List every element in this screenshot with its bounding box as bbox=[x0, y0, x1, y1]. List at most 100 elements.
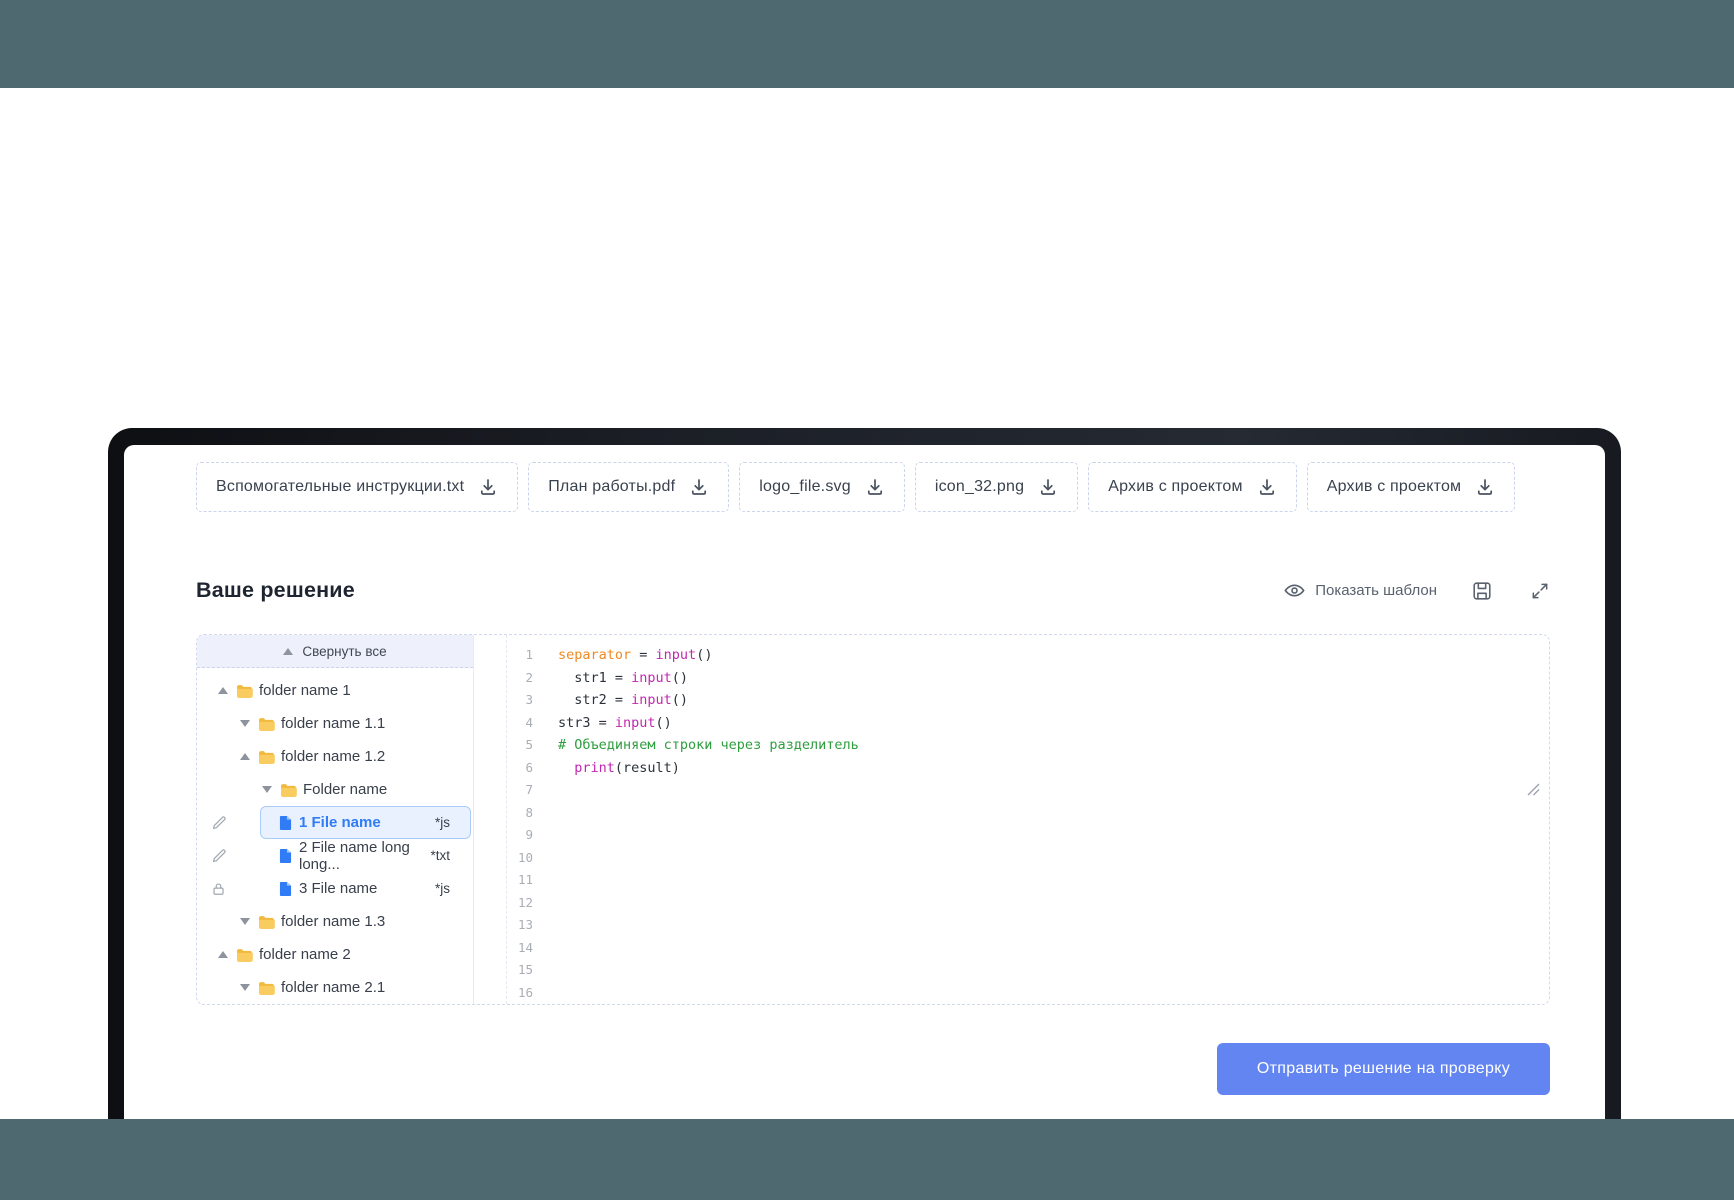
show-template-button[interactable]: Показать шаблон bbox=[1283, 579, 1437, 602]
code-line bbox=[558, 959, 1535, 982]
page: Вспомогательные инструкции.txt План работ… bbox=[0, 0, 1734, 1200]
download-icon bbox=[1038, 477, 1058, 497]
save-button[interactable] bbox=[1471, 580, 1493, 602]
download-icon bbox=[689, 477, 709, 497]
folder-label: folder name 2.1 bbox=[281, 979, 385, 996]
code-line: print(result) bbox=[558, 757, 1535, 780]
triangle-up-icon bbox=[240, 753, 250, 760]
line-number: 14 bbox=[507, 937, 533, 960]
code-line: # Объединяем строки через разделитель bbox=[558, 734, 1535, 757]
download-chip[interactable]: Вспомогательные инструкции.txt bbox=[196, 462, 518, 512]
code-line bbox=[558, 914, 1535, 937]
line-number: 3 bbox=[507, 689, 533, 712]
download-chip-label: Вспомогательные инструкции.txt bbox=[216, 478, 464, 496]
line-number: 4 bbox=[507, 712, 533, 735]
save-icon bbox=[1471, 580, 1493, 602]
file-icon bbox=[279, 848, 292, 864]
code-line: str1 = input() bbox=[558, 667, 1535, 690]
file-icon bbox=[279, 881, 292, 897]
tree-folder-row[interactable]: folder name 1 bbox=[197, 674, 473, 707]
tree-folder-row[interactable]: folder name 1.3 bbox=[197, 905, 473, 938]
line-number: 13 bbox=[507, 914, 533, 937]
code-line bbox=[558, 847, 1535, 870]
triangle-down-icon bbox=[240, 720, 250, 727]
line-number: 7 bbox=[507, 779, 533, 802]
code-line: str3 = input() bbox=[558, 712, 1535, 735]
pencil-icon[interactable] bbox=[211, 848, 227, 864]
pencil-icon[interactable] bbox=[211, 815, 227, 831]
code-line bbox=[558, 802, 1535, 825]
resize-grip-icon[interactable] bbox=[1527, 783, 1540, 796]
line-number-gutter: 12345678910111213141516 bbox=[506, 635, 533, 1004]
line-number: 16 bbox=[507, 982, 533, 1005]
tree-folder-row[interactable]: folder name 1.1 bbox=[197, 707, 473, 740]
download-chip[interactable]: Архив с проектом bbox=[1088, 462, 1297, 512]
folder-icon bbox=[258, 915, 275, 929]
code-editor-panel: 12345678910111213141516 separator = inpu… bbox=[474, 635, 1549, 1004]
folder-label: folder name 1 bbox=[259, 682, 351, 699]
folder-icon bbox=[236, 948, 253, 962]
lock-icon bbox=[211, 881, 226, 897]
tree-file-row[interactable]: 1 File name*js bbox=[197, 806, 473, 839]
file-icon bbox=[279, 815, 292, 831]
collapse-all-button[interactable]: Свернуть все bbox=[197, 635, 473, 668]
line-number: 9 bbox=[507, 824, 533, 847]
triangle-up-icon bbox=[283, 648, 293, 655]
download-chip[interactable]: icon_32.png bbox=[915, 462, 1078, 512]
download-chip[interactable]: Архив с проектом bbox=[1307, 462, 1516, 512]
expand-button[interactable] bbox=[1530, 581, 1550, 601]
folder-label: folder name 1.3 bbox=[281, 913, 385, 930]
download-chip[interactable]: План работы.pdf bbox=[528, 462, 729, 512]
folder-label: folder name 1.2 bbox=[281, 748, 385, 765]
page-title: Ваше решение bbox=[196, 578, 355, 603]
app-content: Вспомогательные инструкции.txt План работ… bbox=[124, 445, 1605, 1095]
download-icon bbox=[1257, 477, 1277, 497]
download-chip[interactable]: logo_file.svg bbox=[739, 462, 905, 512]
app-screen: Вспомогательные инструкции.txt План работ… bbox=[124, 445, 1605, 1119]
tree-folder-row[interactable]: folder name 2 bbox=[197, 938, 473, 971]
line-number: 6 bbox=[507, 757, 533, 780]
code-line: str2 = input() bbox=[558, 689, 1535, 712]
folder-label: folder name 2 bbox=[259, 946, 351, 963]
triangle-up-icon bbox=[218, 951, 228, 958]
file-label: 2 File name long long... bbox=[299, 839, 423, 873]
collapse-all-label: Свернуть все bbox=[302, 644, 386, 659]
file-row-selected[interactable]: 1 File name*js bbox=[260, 806, 471, 839]
line-number: 12 bbox=[507, 892, 533, 915]
file-row[interactable]: 2 File name long long...*txt bbox=[260, 839, 471, 872]
file-label: 3 File name bbox=[299, 880, 377, 897]
code-editor[interactable]: separator = input() str1 = input() str2 … bbox=[533, 635, 1549, 1004]
download-chip-label: Архив с проектом bbox=[1108, 478, 1243, 496]
folder-icon bbox=[258, 717, 275, 731]
download-icon bbox=[478, 477, 498, 497]
file-type-badge: *js bbox=[435, 881, 450, 896]
tree-file-row[interactable]: 2 File name long long...*txt bbox=[197, 839, 473, 872]
show-template-label: Показать шаблон bbox=[1315, 582, 1437, 599]
top-decor-band bbox=[0, 0, 1734, 88]
actions-row: Отправить решение на проверку bbox=[196, 1043, 1550, 1095]
tree-file-row[interactable]: 3 File name *js bbox=[197, 872, 473, 905]
triangle-up-icon bbox=[218, 687, 228, 694]
download-chip-label: Архив с проектом bbox=[1327, 478, 1462, 496]
line-number: 15 bbox=[507, 959, 533, 982]
file-tree-rows: folder name 1 folder name 1.1 folder name … bbox=[197, 674, 473, 1004]
download-icon bbox=[865, 477, 885, 497]
file-label: 1 File name bbox=[299, 814, 381, 831]
submit-solution-button[interactable]: Отправить решение на проверку bbox=[1217, 1043, 1550, 1095]
solution-workspace: Свернуть все folder name 1 folder name 1.… bbox=[196, 634, 1550, 1005]
file-row[interactable]: 3 File name *js bbox=[260, 872, 471, 905]
download-chip-label: План работы.pdf bbox=[548, 478, 675, 496]
tree-folder-row[interactable]: folder name 1.2 bbox=[197, 740, 473, 773]
bottom-decor-band bbox=[0, 1119, 1734, 1200]
line-number: 5 bbox=[507, 734, 533, 757]
file-tree-panel: Свернуть все folder name 1 folder name 1.… bbox=[197, 635, 474, 1004]
code-line bbox=[558, 779, 1535, 802]
editor-toolbar: Показать шаблон bbox=[1283, 579, 1550, 602]
line-number: 11 bbox=[507, 869, 533, 892]
folder-icon bbox=[280, 783, 297, 797]
code-line bbox=[558, 982, 1535, 1005]
download-chip-label: logo_file.svg bbox=[759, 478, 851, 496]
tree-folder-row[interactable]: Folder name bbox=[197, 773, 473, 806]
line-number: 10 bbox=[507, 847, 533, 870]
tree-folder-row[interactable]: folder name 2.1 bbox=[197, 971, 473, 1004]
